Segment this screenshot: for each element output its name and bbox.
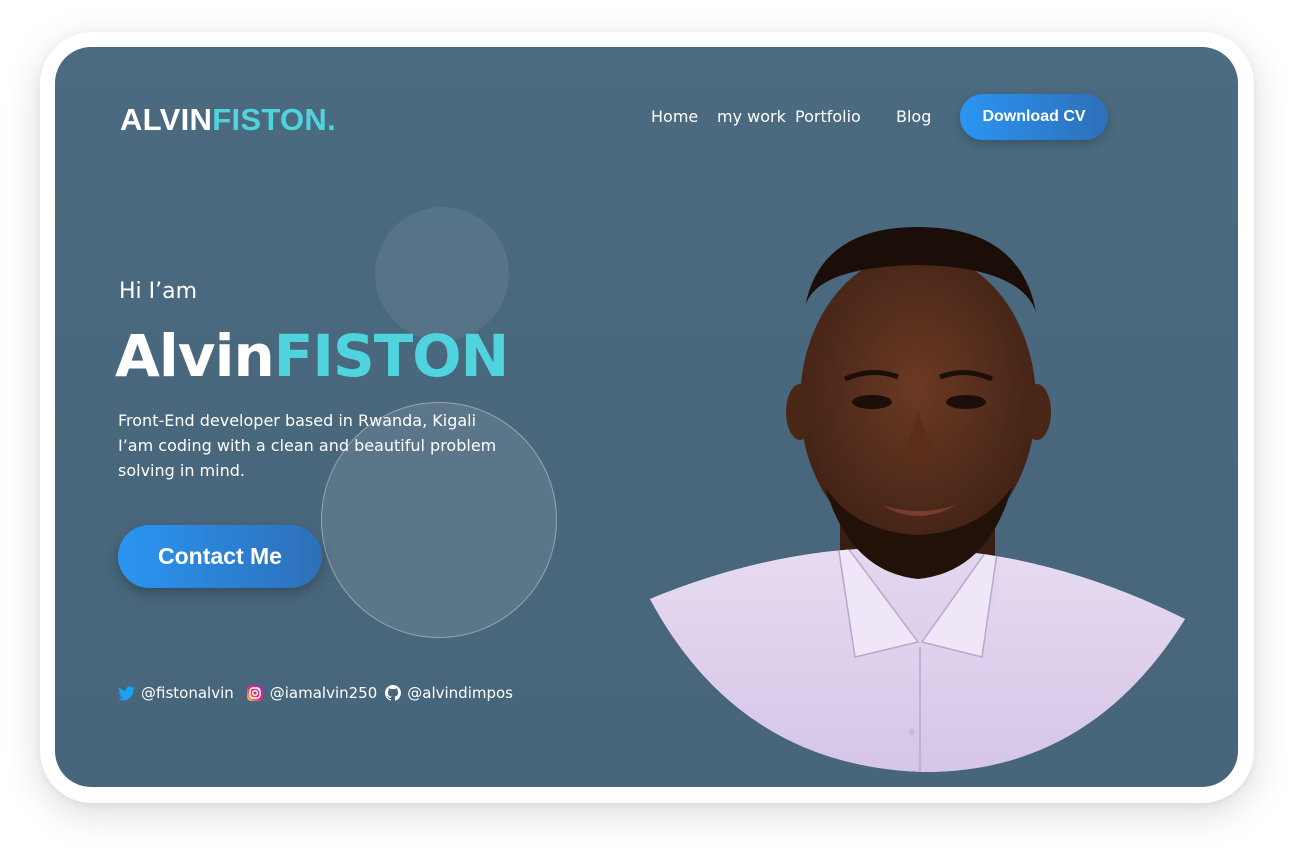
logo-accent-text: FISTON. bbox=[212, 102, 337, 137]
instagram-handle: @iamalvin250 bbox=[269, 684, 378, 702]
nav-blog[interactable]: Blog bbox=[896, 107, 931, 126]
social-links: @fistonalvin @iamalvin250 @alvindimpos bbox=[118, 684, 513, 702]
download-cv-button[interactable]: Download CV bbox=[960, 94, 1108, 140]
twitter-link[interactable]: @fistonalvin bbox=[118, 684, 234, 702]
github-icon bbox=[385, 685, 402, 701]
hero-name-primary: Alvin bbox=[115, 322, 275, 390]
github-link[interactable]: @alvindimpos bbox=[385, 684, 513, 702]
profile-photo bbox=[650, 227, 1185, 772]
twitter-icon bbox=[118, 685, 135, 701]
hero-name-accent: FISTON bbox=[273, 322, 509, 390]
nav-portfolio[interactable]: Portfolio bbox=[795, 107, 861, 126]
instagram-link[interactable]: @iamalvin250 bbox=[246, 684, 378, 702]
decorative-circle-small bbox=[375, 207, 509, 341]
hero-name: AlvinFISTON bbox=[115, 322, 509, 390]
twitter-handle: @fistonalvin bbox=[141, 684, 234, 702]
nav-my-work[interactable]: my work bbox=[717, 107, 786, 126]
github-handle: @alvindimpos bbox=[407, 684, 513, 702]
contact-me-button[interactable]: Contact Me bbox=[118, 525, 322, 588]
hero-greeting: Hi I’am bbox=[119, 279, 198, 304]
instagram-icon bbox=[246, 685, 263, 701]
logo-primary-text: ALVIN bbox=[120, 102, 213, 137]
landing-page: ALVINFISTON. Home my work Portfolio Blog… bbox=[55, 47, 1238, 787]
nav-home[interactable]: Home bbox=[651, 107, 698, 126]
decorative-circle-large bbox=[321, 402, 557, 638]
site-logo[interactable]: ALVINFISTON. bbox=[120, 102, 336, 138]
